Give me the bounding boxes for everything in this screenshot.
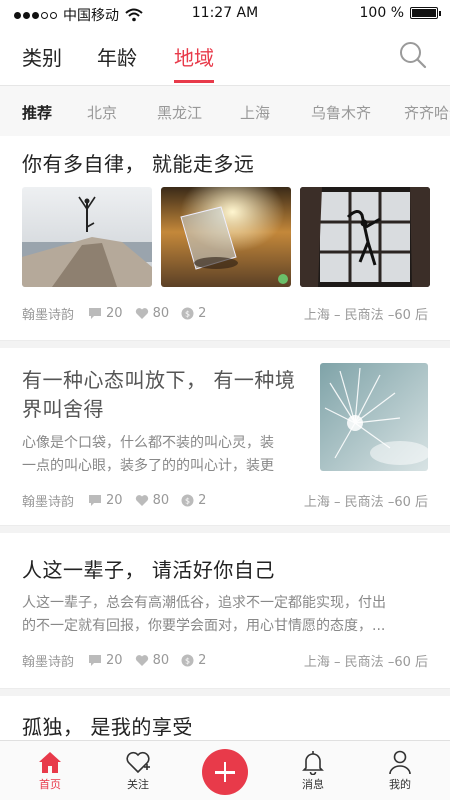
bell-icon xyxy=(302,751,324,775)
article-title: 有一种心态叫放下， 有一种境 界叫舍得 xyxy=(22,366,295,424)
like-count: 80 xyxy=(152,306,170,321)
nav-mine-label: 我的 xyxy=(389,778,411,791)
region-tab-heilongjiang[interactable]: 黑龙江 xyxy=(157,102,202,123)
top-tab-bar: 类别 年龄 地域 xyxy=(0,36,450,83)
region-tab-urumqi[interactable]: 乌鲁木齐 xyxy=(311,102,371,123)
nav-messages-label: 消息 xyxy=(302,778,324,791)
coin-count: 2 xyxy=(198,493,207,508)
heart-icon xyxy=(135,308,148,319)
thumbnail-dancer-window xyxy=(300,187,430,287)
bottom-nav: 首页 关注 消息 我的 xyxy=(0,740,450,800)
article-snippet-line: 的不一定就有回报，你要学会面对，用心甘情愿的态度，... xyxy=(22,618,386,634)
article-location: 上海 – 民商法 –60 后 xyxy=(303,655,428,670)
author-name[interactable]: 翰墨诗韵 xyxy=(22,491,74,510)
article-thumbnails xyxy=(22,187,430,287)
battery-icon xyxy=(410,7,441,19)
like-stat[interactable]: 80 xyxy=(135,493,170,508)
article-snippet: 心像是个口袋，什么都不装的叫心灵，装 一点的叫心眼，装多了的的叫心计，装更 xyxy=(22,432,274,478)
create-post-button[interactable] xyxy=(202,749,248,795)
like-count: 80 xyxy=(152,493,170,508)
comment-stat[interactable]: 20 xyxy=(88,306,123,321)
comment-count: 20 xyxy=(106,306,123,321)
tab-age[interactable]: 年龄 xyxy=(97,42,137,71)
article-location: 上海 – 民商法 –60 后 xyxy=(303,308,428,323)
coin-icon: $ xyxy=(181,494,194,507)
region-tab-shanghai[interactable]: 上海 xyxy=(240,102,270,123)
battery-info: 100 % xyxy=(359,5,441,21)
comment-stat[interactable]: 20 xyxy=(88,493,123,508)
user-icon xyxy=(389,750,411,775)
region-tab-recommend[interactable]: 推荐 xyxy=(22,102,52,123)
like-stat[interactable]: 80 xyxy=(135,306,170,321)
region-tab-qiqihar[interactable]: 齐齐哈尔 xyxy=(404,102,450,123)
comment-icon xyxy=(89,495,102,506)
nav-messages[interactable]: 消息 xyxy=(283,749,343,792)
author-name[interactable]: 翰墨诗韵 xyxy=(22,651,74,670)
article-card[interactable]: 你有多自律， 就能走多远 翰墨诗韵 20 80 $ 2 上海 – 民商法 –60… xyxy=(0,137,450,342)
heart-icon xyxy=(135,495,148,506)
coin-icon: $ xyxy=(181,654,194,667)
coin-stat[interactable]: $ 2 xyxy=(181,306,206,321)
article-title: 孤独， 是我的享受 xyxy=(22,715,193,739)
comment-count: 20 xyxy=(106,493,123,508)
article-location: 上海 – 民商法 –60 后 xyxy=(303,495,428,510)
coin-icon: $ xyxy=(181,307,194,320)
article-card[interactable]: 人这一辈子， 请活好你自己 人这一辈子，总会有高潮低谷，追求不一定都能实现，付出… xyxy=(0,534,450,684)
comment-icon xyxy=(89,308,102,319)
article-title: 你有多自律， 就能走多远 xyxy=(22,152,255,176)
region-tab-bar: 推荐 北京 黑龙江 上海 乌鲁木齐 齐齐哈尔 xyxy=(0,86,450,136)
heart-icon xyxy=(135,655,148,666)
region-tab-beijing[interactable]: 北京 xyxy=(87,102,117,123)
nav-mine[interactable]: 我的 xyxy=(370,749,430,792)
article-card[interactable]: 有一种心态叫放下， 有一种境 界叫舍得 心像是个口袋，什么都不装的叫心灵，装 一… xyxy=(0,349,450,527)
nav-home-label: 首页 xyxy=(39,778,61,791)
article-snippet-line: 一点的叫心眼，装多了的的叫心计，装更 xyxy=(22,458,274,474)
thumbnail-glass-sunset xyxy=(161,187,291,287)
status-bar: 中国移动 11:27 AM 100 % xyxy=(0,0,450,28)
article-meta: 翰墨诗韵 20 80 $ 2 上海 – 民商法 –60 后 xyxy=(22,651,428,670)
battery-text: 100 % xyxy=(359,5,404,21)
comment-icon xyxy=(89,655,102,666)
battery-fill xyxy=(412,9,436,17)
comment-count: 20 xyxy=(106,653,123,668)
article-title: 人这一辈子， 请活好你自己 xyxy=(22,558,275,582)
article-title-line: 有一种心态叫放下， 有一种境 xyxy=(22,368,296,392)
divider xyxy=(0,688,450,696)
coin-count: 2 xyxy=(198,306,207,321)
coin-count: 2 xyxy=(198,653,207,668)
article-snippet-line: 心像是个口袋，什么都不装的叫心灵，装 xyxy=(22,435,274,451)
home-icon xyxy=(39,752,61,773)
like-stat[interactable]: 80 xyxy=(135,653,170,668)
coin-stat[interactable]: $ 2 xyxy=(181,653,206,668)
svg-text:$: $ xyxy=(185,657,190,666)
nav-follow[interactable]: 关注 xyxy=(108,749,168,792)
divider xyxy=(0,340,450,348)
article-snippet: 人这一辈子，总会有高潮低谷，追求不一定都能实现，付出 的不一定就有回报，你要学会… xyxy=(22,592,386,638)
svg-text:$: $ xyxy=(185,497,190,506)
article-card[interactable]: 孤独， 是我的享受 xyxy=(0,697,450,740)
tab-region[interactable]: 地域 xyxy=(174,42,214,83)
nav-home[interactable]: 首页 xyxy=(20,749,80,792)
article-meta: 翰墨诗韵 20 80 $ 2 上海 – 民商法 –60 后 xyxy=(22,491,428,510)
heart-plus-icon xyxy=(126,751,150,774)
article-meta: 翰墨诗韵 20 80 $ 2 上海 – 民商法 –60 后 xyxy=(22,304,428,323)
coin-stat[interactable]: $ 2 xyxy=(181,493,206,508)
article-title-line: 界叫舍得 xyxy=(22,397,104,421)
author-name[interactable]: 翰墨诗韵 xyxy=(22,304,74,323)
comment-stat[interactable]: 20 xyxy=(88,653,123,668)
thumbnail-dandelion xyxy=(320,363,428,471)
like-count: 80 xyxy=(152,653,170,668)
article-snippet-line: 人这一辈子，总会有高潮低谷，追求不一定都能实现，付出 xyxy=(22,595,386,611)
divider xyxy=(0,525,450,533)
search-icon[interactable] xyxy=(398,40,428,70)
tab-category[interactable]: 类别 xyxy=(22,42,62,71)
nav-follow-label: 关注 xyxy=(127,778,149,791)
svg-text:$: $ xyxy=(185,310,190,319)
thumbnail-yoga-pier xyxy=(22,187,152,287)
